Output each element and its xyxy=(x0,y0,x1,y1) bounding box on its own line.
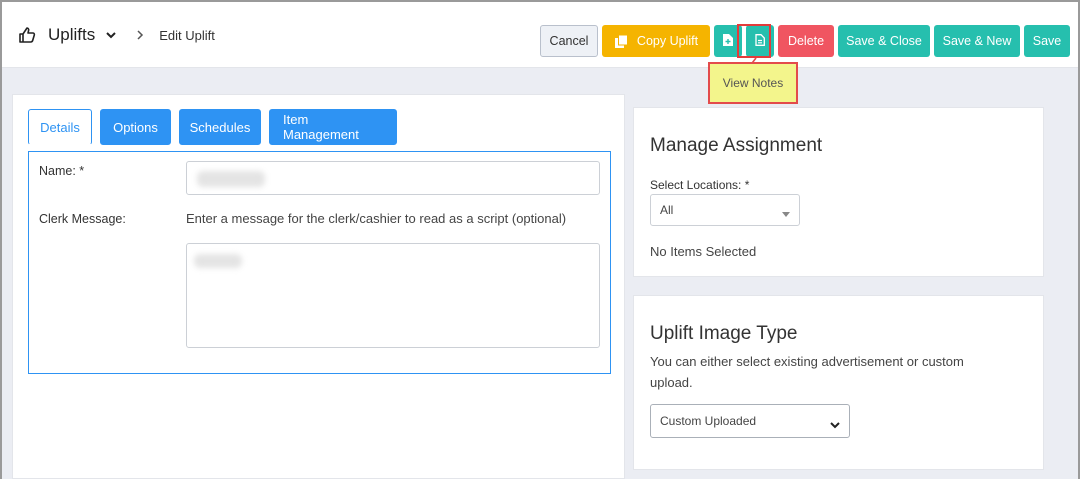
no-items-text: No Items Selected xyxy=(650,244,757,259)
redacted-value xyxy=(197,171,265,187)
image-type-description: You can either select existing advertise… xyxy=(650,354,964,390)
manage-assignment-title: Manage Assignment xyxy=(650,135,823,156)
tab-schedules[interactable]: Schedules xyxy=(179,109,261,145)
view-notes-tooltip: View Notes xyxy=(708,62,798,104)
manage-assignment-card: Manage Assignment Select Locations: * Al… xyxy=(633,107,1044,277)
clerk-message-label: Clerk Message: xyxy=(39,212,126,226)
chevron-down-icon xyxy=(830,418,840,429)
save-new-button[interactable]: Save & New xyxy=(934,25,1020,57)
locations-label: Select Locations: * xyxy=(650,178,750,192)
tab-details[interactable]: Details xyxy=(28,109,92,145)
caret-down-icon xyxy=(782,207,790,217)
page-title[interactable]: Uplifts xyxy=(48,25,95,45)
chevron-right-icon xyxy=(135,29,145,41)
cancel-button[interactable]: Cancel xyxy=(540,25,598,57)
details-panel: Name: * Clerk Message: Enter a message f… xyxy=(28,151,611,374)
clerk-message-textarea[interactable] xyxy=(186,243,600,348)
clerk-message-hint: Enter a message for the clerk/cashier to… xyxy=(186,211,567,226)
image-type-value: Custom Uploaded xyxy=(660,414,757,428)
copy-uplift-label: Copy Uplift xyxy=(636,34,699,48)
locations-select[interactable]: All xyxy=(650,194,800,226)
redacted-value xyxy=(194,254,242,268)
details-card: Details Options Schedules Item Managemen… xyxy=(12,94,625,479)
copy-icon xyxy=(614,34,629,49)
image-type-select[interactable]: Custom Uploaded xyxy=(650,404,850,438)
breadcrumb: Uplifts Edit Uplift xyxy=(18,2,215,68)
save-close-button[interactable]: Save & Close xyxy=(838,25,930,57)
name-label: Name: * xyxy=(39,164,85,178)
name-input[interactable] xyxy=(186,161,600,195)
highlight-frame xyxy=(737,24,771,58)
save-button[interactable]: Save xyxy=(1024,25,1070,57)
delete-button[interactable]: Delete xyxy=(778,25,834,57)
app-window: Uplifts Edit Uplift Cancel Copy Uplift D… xyxy=(0,0,1080,479)
copy-uplift-button[interactable]: Copy Uplift xyxy=(602,25,710,57)
file-add-icon xyxy=(723,33,733,49)
action-toolbar: Cancel Copy Uplift Delete Save & Close S… xyxy=(540,25,1070,57)
tab-bar: Details Options Schedules Item Managemen… xyxy=(28,109,397,145)
page-header: Uplifts Edit Uplift Cancel Copy Uplift D… xyxy=(2,2,1078,68)
image-type-card: Uplift Image Type You can either select … xyxy=(633,295,1044,470)
tab-item-management[interactable]: Item Management xyxy=(269,109,397,145)
chevron-down-icon[interactable] xyxy=(105,29,117,41)
breadcrumb-current: Edit Uplift xyxy=(159,27,215,43)
thumbs-up-icon xyxy=(18,26,36,44)
image-type-title: Uplift Image Type xyxy=(650,323,798,344)
locations-value: All xyxy=(660,203,674,217)
tab-options[interactable]: Options xyxy=(100,109,171,145)
